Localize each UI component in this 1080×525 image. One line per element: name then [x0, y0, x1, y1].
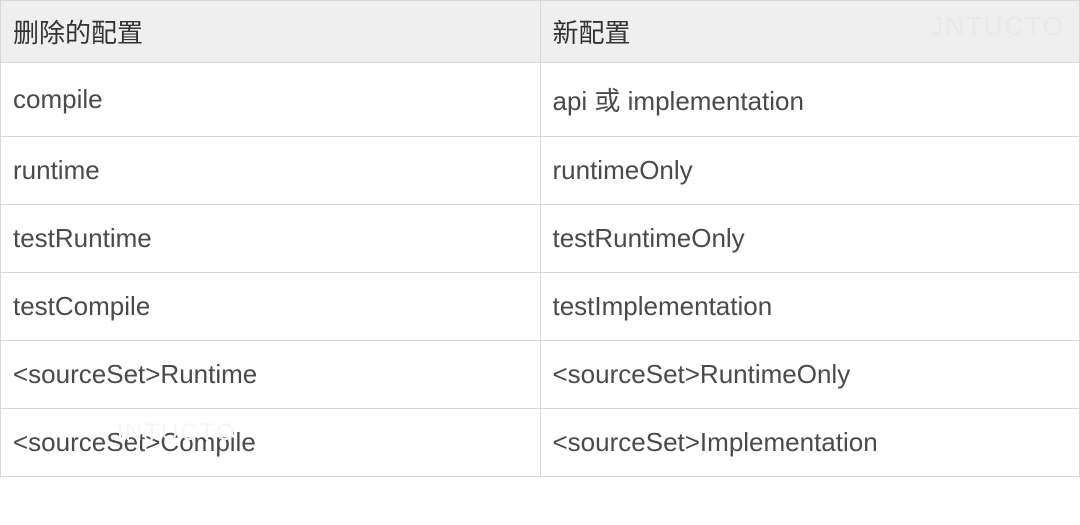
table-row: <sourceSet>Runtime <sourceSet>RuntimeOnl…	[1, 341, 1080, 409]
cell-new: <sourceSet>RuntimeOnly	[540, 341, 1080, 409]
table-row: testCompile testImplementation	[1, 273, 1080, 341]
watermark-text: JNTUCTO	[930, 11, 1065, 42]
watermark-text: JNTUCTO	[111, 419, 237, 447]
cell-removed: testRuntime	[1, 205, 541, 273]
cell-removed: runtime	[1, 137, 541, 205]
header-new-config: 新配置 JNTUCTO	[540, 1, 1080, 63]
cell-new: runtimeOnly	[540, 137, 1080, 205]
table-row: JNTUCTO <sourceSet>Compile <sourceSet>Im…	[1, 409, 1080, 477]
table-row: testRuntime testRuntimeOnly	[1, 205, 1080, 273]
cell-removed: compile	[1, 63, 541, 137]
header-label: 删除的配置	[13, 18, 143, 48]
cell-removed: <sourceSet>Runtime	[1, 341, 541, 409]
table-header-row: 删除的配置 新配置 JNTUCTO	[1, 1, 1080, 63]
header-removed-config: 删除的配置	[1, 1, 541, 63]
table-row: compile api 或 implementation	[1, 63, 1080, 137]
cell-removed: JNTUCTO <sourceSet>Compile	[1, 409, 541, 477]
cell-new: testRuntimeOnly	[540, 205, 1080, 273]
header-label: 新配置	[553, 18, 631, 48]
table-row: runtime runtimeOnly	[1, 137, 1080, 205]
cell-removed: testCompile	[1, 273, 541, 341]
cell-new: api 或 implementation	[540, 63, 1080, 137]
cell-new: testImplementation	[540, 273, 1080, 341]
config-mapping-table: 删除的配置 新配置 JNTUCTO compile api 或 implemen…	[0, 0, 1080, 477]
cell-new: <sourceSet>Implementation	[540, 409, 1080, 477]
